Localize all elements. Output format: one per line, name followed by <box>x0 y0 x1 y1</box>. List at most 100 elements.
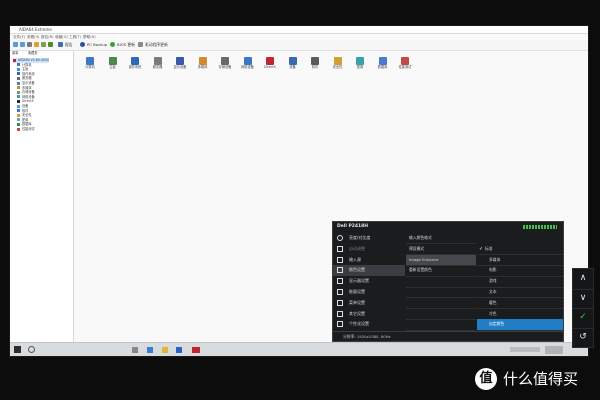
category-label: 数据库 <box>377 65 388 69</box>
energy-icon <box>337 289 343 295</box>
osd-menu-item[interactable]: 菜单设置 <box>333 298 405 308</box>
osd-menu-item[interactable]: 个性化设置 <box>333 319 405 329</box>
category-icon <box>198 57 207 65</box>
category-item[interactable]: 存储设备 <box>215 57 235 70</box>
tree-item-icon <box>17 99 20 103</box>
category-item[interactable]: 网络设备 <box>238 57 258 70</box>
osd-menu-label: 颜色设置 <box>349 267 365 273</box>
pc-backup-button[interactable]: PC Backup <box>87 40 107 50</box>
bios-update-button[interactable]: BIOS 更新 <box>117 40 135 50</box>
store-icon[interactable] <box>176 347 182 353</box>
osd-option[interactable]: 多媒体 <box>477 255 563 266</box>
search-icon[interactable] <box>28 346 35 353</box>
osd-menu-item[interactable]: 能量设置 <box>333 287 405 297</box>
category-item[interactable]: 主板 <box>103 57 123 70</box>
refresh-icon[interactable] <box>34 42 39 47</box>
osd-option[interactable]: 游戏 <box>477 276 563 288</box>
task-view-icon[interactable] <box>132 347 138 353</box>
back-button[interactable]: ↺ <box>573 328 593 348</box>
osd-menu-item[interactable]: 显示器设置 <box>333 276 405 286</box>
category-item[interactable]: 数据库 <box>373 57 393 70</box>
category-item[interactable]: 设备 <box>283 57 303 70</box>
user-icon[interactable] <box>41 42 46 47</box>
tree-item-icon <box>17 104 20 108</box>
osd-submenu-label: Image Enhance <box>409 256 439 262</box>
bios-update-icon[interactable] <box>110 42 115 47</box>
start-icon[interactable] <box>14 346 21 353</box>
watermark-logo: 值 <box>475 368 497 390</box>
driver-update-button[interactable]: 驱动程序更新 <box>145 40 168 50</box>
driver-update-icon[interactable] <box>138 42 143 47</box>
resolution-text: 分辨率: 1920x1080, 60Hz <box>343 334 391 339</box>
osd-submenu-item[interactable]: 重新设置颜色 <box>406 265 476 277</box>
category-item[interactable]: 服务器 <box>148 57 168 70</box>
tree-item-label: 主板 <box>22 67 29 72</box>
tree-item-label: 显示设备 <box>22 81 35 85</box>
forward-icon[interactable] <box>20 42 25 47</box>
up-button[interactable]: ∧ <box>573 269 593 290</box>
osd-submenu-item <box>406 309 476 320</box>
category-label: 软件 <box>311 65 319 69</box>
osd-option[interactable]: 自定颜色 <box>477 319 563 331</box>
osd-main-menu: 亮度/对比度自动调整 输入源颜色设置显示器设置 能量设置菜单设置其它设置 个性化设置 <box>333 233 405 331</box>
menu-icon <box>337 299 343 306</box>
tree-item[interactable]: 性能测试 <box>17 127 35 132</box>
category-icon <box>176 57 184 65</box>
osd-menu-label: 亮度/对比度 <box>349 235 371 240</box>
up-icon[interactable] <box>27 42 32 47</box>
osd-submenu-item[interactable]: 预设模式 <box>406 244 476 256</box>
osd-submenu-item <box>406 287 476 299</box>
tree-item-label: 软件 <box>22 108 29 113</box>
osd-submenu-item[interactable]: Image Enhance <box>406 254 476 266</box>
category-label: 主板 <box>109 65 116 69</box>
osd-menu-label: 菜单设置 <box>349 299 365 305</box>
monitor-model: Dell P2418H <box>337 224 369 229</box>
osd-menu-item[interactable]: 输入源 <box>333 255 405 265</box>
category-icon <box>288 57 297 65</box>
osd-menu-item[interactable]: 亮度/对比度 <box>333 233 405 243</box>
category-icon <box>131 57 139 65</box>
osd-option[interactable]: 冷色 <box>477 309 563 320</box>
tree-item-label: 设备 <box>22 104 29 108</box>
tree-item-icon <box>17 81 20 85</box>
osd-option[interactable]: 电影 <box>477 265 563 277</box>
category-item[interactable]: DirectX <box>260 57 280 70</box>
edge-icon[interactable] <box>147 347 153 353</box>
category-item[interactable]: 多媒体 <box>193 57 213 70</box>
osd-option[interactable]: ✓ 标准 <box>477 244 563 256</box>
explorer-icon[interactable] <box>162 347 168 353</box>
tree-item-icon <box>17 122 20 126</box>
osd-submenu-item[interactable]: 输入颜色格式 <box>406 233 476 245</box>
category-item[interactable]: 显示设备 <box>170 57 190 70</box>
osd-option[interactable]: 文本 <box>477 287 563 299</box>
tree-item-label: 存储设备 <box>22 90 35 95</box>
report-icon[interactable] <box>58 42 63 47</box>
category-item[interactable]: 配置 <box>350 57 370 70</box>
tree-item-label: 性能测试 <box>22 127 35 131</box>
report-button[interactable]: 报告 <box>65 40 73 50</box>
down-button[interactable]: ∨ <box>573 289 593 309</box>
tree-tab-menu[interactable]: 菜单 <box>12 51 18 56</box>
tree-tab-favorites[interactable]: 收藏夹 <box>28 51 38 56</box>
category-item[interactable]: 操作系统 <box>125 57 145 70</box>
osd-menu-item[interactable]: 其它设置 <box>333 309 405 319</box>
tree-item-icon <box>17 95 20 99</box>
osd-menu-item[interactable]: 颜色设置 <box>333 265 405 276</box>
pc-backup-icon[interactable] <box>80 42 85 47</box>
tree-item-icon <box>13 58 16 62</box>
brightness-icon <box>337 235 343 241</box>
category-item[interactable]: 安全性 <box>328 57 348 70</box>
confirm-button[interactable]: ✓ <box>573 308 593 329</box>
osd-submenu-label: 重新设置颜色 <box>409 267 432 273</box>
tree-item-icon <box>17 72 20 76</box>
osd-menu-item[interactable]: 自动调整 <box>333 244 405 254</box>
tree-item-icon <box>17 86 20 90</box>
category-icon <box>378 57 387 65</box>
category-item[interactable]: 性能测试 <box>395 57 415 70</box>
osd-option[interactable]: 暖色 <box>477 298 563 310</box>
aida64-taskbar-icon[interactable] <box>192 347 200 353</box>
chart-icon[interactable] <box>48 42 53 47</box>
category-item[interactable]: 计算机 <box>80 57 100 70</box>
category-item[interactable]: 软件 <box>305 57 325 70</box>
back-icon[interactable] <box>13 42 18 47</box>
